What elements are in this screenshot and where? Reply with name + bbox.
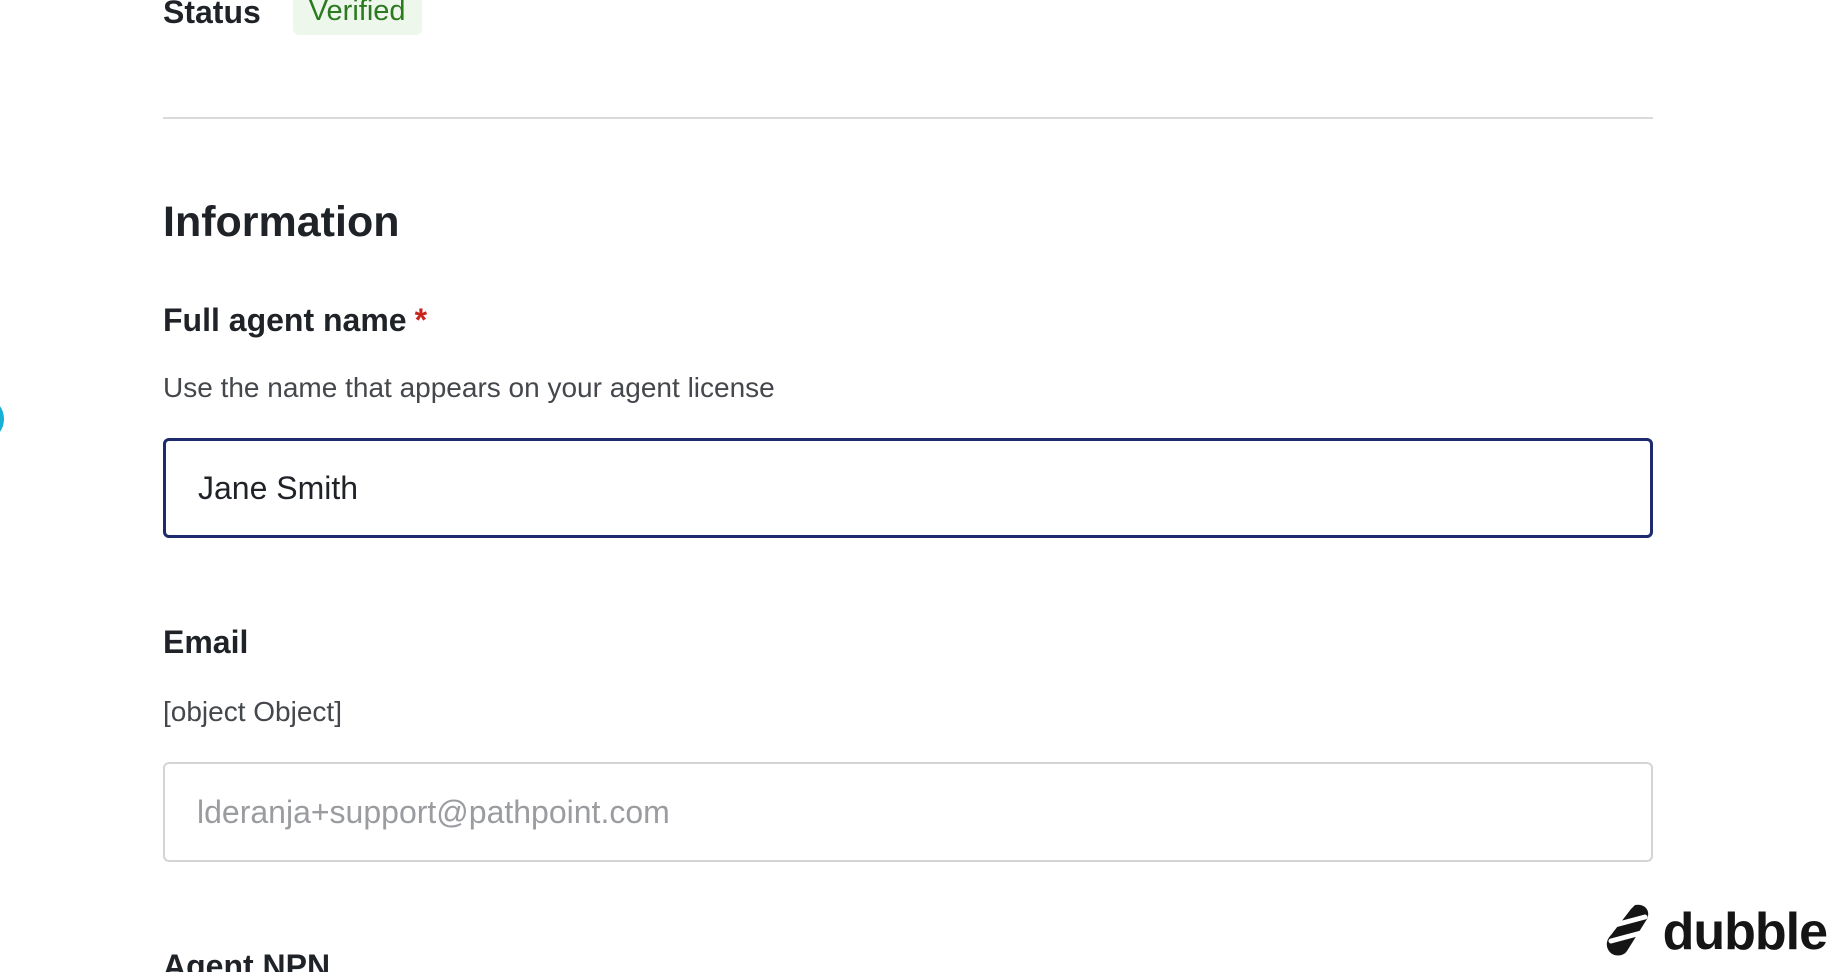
required-marker: * xyxy=(414,302,428,338)
status-label: Status xyxy=(163,0,261,30)
email-label: Email xyxy=(163,624,249,660)
dubble-watermark: dubble xyxy=(1605,902,1828,962)
email-input[interactable] xyxy=(163,762,1653,862)
full-name-help-text: Use the name that appears on your agent … xyxy=(163,372,775,403)
page: Status Verified Information Full agent n… xyxy=(0,0,1845,972)
status-badge: Verified xyxy=(292,0,422,35)
agent-npn-label: Agent NPN xyxy=(163,948,331,972)
section-title-information: Information xyxy=(163,198,400,246)
email-help-text: [object Object] xyxy=(163,696,342,727)
cursor-indicator xyxy=(0,400,4,438)
full-name-label: Full agent name * xyxy=(163,300,427,340)
full-name-label-text: Full agent name xyxy=(163,302,407,338)
status-row: Status Verified xyxy=(163,0,422,36)
section-divider xyxy=(163,117,1653,119)
dubble-logo-icon xyxy=(1605,903,1653,962)
full-name-input[interactable] xyxy=(163,438,1653,538)
dubble-wordmark: dubble xyxy=(1662,903,1828,961)
